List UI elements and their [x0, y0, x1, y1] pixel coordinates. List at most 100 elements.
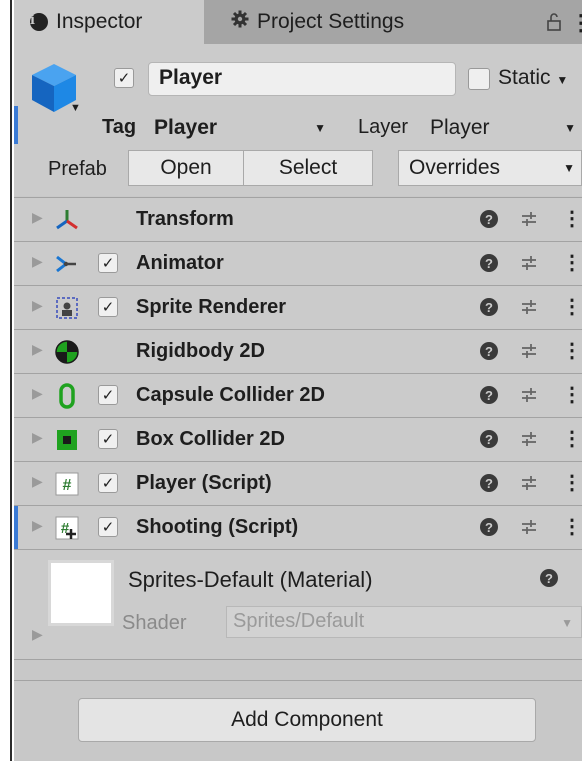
icon-dropdown-arrow-icon[interactable]: ▼: [70, 102, 81, 114]
divider: [14, 659, 582, 660]
overrides-label: Overrides: [409, 156, 501, 179]
component-row-box-collider-2d[interactable]: ▶ ✓ Box Collider 2D ? ⋮: [14, 417, 582, 461]
layer-dropdown-arrow-icon: ▼: [564, 121, 576, 135]
animator-icon: [54, 251, 80, 277]
material-foldout-arrow-icon[interactable]: ▶: [32, 626, 43, 643]
tag-value: Player: [154, 116, 218, 139]
tab-inspector[interactable]: i Inspector: [14, 0, 204, 44]
layer-dropdown[interactable]: Player ▼: [430, 113, 582, 143]
component-enabled-checkbox[interactable]: ✓: [98, 253, 118, 273]
component-menu-icon[interactable]: ⋮: [562, 294, 582, 319]
component-row-animator[interactable]: ▶ ✓ Animator ? ⋮: [14, 241, 582, 285]
info-icon: i: [30, 13, 48, 31]
divider: [14, 680, 582, 681]
prefab-overrides-dropdown[interactable]: Overrides ▼: [398, 150, 582, 186]
component-name: Box Collider 2D: [136, 428, 285, 450]
component-row-sprite-renderer[interactable]: ▶ ✓ Sprite Renderer ? ⋮: [14, 285, 582, 329]
foldout-arrow-icon[interactable]: ▶: [32, 473, 43, 490]
overrides-arrow-icon: ▼: [563, 161, 575, 175]
component-menu-icon[interactable]: ⋮: [562, 206, 582, 231]
lock-icon[interactable]: [544, 12, 564, 32]
help-icon[interactable]: ?: [480, 254, 498, 272]
help-icon[interactable]: ?: [480, 342, 498, 360]
material-menu-icon[interactable]: ⋮: [574, 565, 582, 590]
component-name: Shooting (Script): [136, 516, 299, 538]
tag-dropdown[interactable]: Player ▼: [154, 113, 332, 143]
tab-menu-icon[interactable]: ⋮: [570, 10, 582, 36]
transform-icon: [54, 207, 80, 233]
component-enabled-checkbox[interactable]: ✓: [98, 517, 118, 537]
foldout-arrow-icon[interactable]: ▶: [32, 253, 43, 270]
component-name: Rigidbody 2D: [136, 340, 265, 362]
foldout-arrow-icon[interactable]: ▶: [32, 209, 43, 226]
object-name-input[interactable]: Player: [148, 62, 456, 96]
presets-icon[interactable]: [520, 254, 538, 272]
box-collider-icon: [54, 427, 80, 453]
component-menu-icon[interactable]: ⋮: [562, 382, 582, 407]
shader-value: Sprites/Default: [233, 610, 365, 632]
script-add-icon: #: [54, 515, 80, 541]
help-icon[interactable]: ?: [480, 430, 498, 448]
static-label[interactable]: Static ▼: [498, 66, 568, 90]
add-component-button[interactable]: Add Component: [78, 698, 536, 742]
component-name: Player (Script): [136, 472, 272, 494]
help-icon[interactable]: ?: [480, 298, 498, 316]
foldout-arrow-icon[interactable]: ▶: [32, 297, 43, 314]
component-menu-icon[interactable]: ⋮: [562, 338, 582, 363]
shader-dropdown[interactable]: Sprites/Default ▼: [226, 606, 582, 638]
help-icon[interactable]: ?: [480, 518, 498, 536]
presets-icon[interactable]: [520, 210, 538, 228]
presets-icon[interactable]: [520, 386, 538, 404]
capsule-collider-icon: [54, 383, 80, 409]
gameobject-header: ▼ ✓ Player Static ▼ Tag Player ▼ Layer P…: [14, 44, 582, 196]
tag-dropdown-arrow-icon: ▼: [314, 121, 326, 135]
component-enabled-checkbox[interactable]: ✓: [98, 473, 118, 493]
shader-dropdown-arrow-icon: ▼: [561, 616, 573, 630]
added-component-accent-bar: [14, 506, 18, 550]
layer-value: Player: [430, 116, 490, 139]
tag-label: Tag: [102, 116, 137, 138]
inspector-panel: i Inspector Project Settings ⋮ ▼ ✓ Playe…: [14, 0, 582, 761]
presets-icon[interactable]: [520, 474, 538, 492]
tab-project-settings-label: Project Settings: [257, 10, 405, 33]
component-row-rigidbody-2d[interactable]: ▶ Rigidbody 2D ? ⋮: [14, 329, 582, 373]
help-icon[interactable]: ?: [540, 569, 558, 587]
component-menu-icon[interactable]: ⋮: [562, 514, 582, 539]
static-checkbox[interactable]: [468, 68, 490, 90]
help-icon[interactable]: ?: [480, 386, 498, 404]
presets-icon[interactable]: [520, 342, 538, 360]
foldout-arrow-icon[interactable]: ▶: [32, 517, 43, 534]
presets-icon[interactable]: [520, 298, 538, 316]
foldout-arrow-icon[interactable]: ▶: [32, 429, 43, 446]
component-enabled-checkbox[interactable]: ✓: [98, 385, 118, 405]
help-icon[interactable]: ?: [480, 474, 498, 492]
presets-icon[interactable]: [520, 518, 538, 536]
tab-project-settings[interactable]: Project Settings: [219, 0, 449, 44]
prefab-select-button[interactable]: Select: [243, 150, 373, 186]
script-icon: #: [54, 471, 80, 497]
component-name: Transform: [136, 208, 234, 230]
component-enabled-checkbox[interactable]: ✓: [98, 429, 118, 449]
static-dropdown-arrow-icon[interactable]: ▼: [556, 73, 568, 87]
component-row-capsule-collider-2d[interactable]: ▶ ✓ Capsule Collider 2D ? ⋮: [14, 373, 582, 417]
component-name: Capsule Collider 2D: [136, 384, 325, 406]
foldout-arrow-icon[interactable]: ▶: [32, 341, 43, 358]
component-row-transform[interactable]: ▶ Transform ? ⋮: [14, 197, 582, 241]
material-preview-thumbnail[interactable]: [48, 560, 114, 626]
presets-icon[interactable]: [520, 430, 538, 448]
prefab-label: Prefab: [48, 158, 107, 180]
material-name: Sprites-Default (Material): [128, 567, 373, 592]
component-row-shooting-script[interactable]: ▶ # ✓ Shooting (Script) ? ⋮: [14, 505, 582, 550]
component-row-player-script[interactable]: ▶ # ✓ Player (Script) ? ⋮: [14, 461, 582, 505]
sprite-renderer-icon: [54, 295, 80, 321]
component-enabled-checkbox[interactable]: ✓: [98, 297, 118, 317]
tab-bar: i Inspector Project Settings ⋮: [14, 0, 582, 44]
rigidbody-icon: [54, 339, 80, 365]
help-icon[interactable]: ?: [480, 210, 498, 228]
active-checkbox[interactable]: ✓: [114, 68, 134, 88]
prefab-open-button[interactable]: Open: [128, 150, 244, 186]
component-menu-icon[interactable]: ⋮: [562, 250, 582, 275]
component-menu-icon[interactable]: ⋮: [562, 470, 582, 495]
component-menu-icon[interactable]: ⋮: [562, 426, 582, 451]
foldout-arrow-icon[interactable]: ▶: [32, 385, 43, 402]
